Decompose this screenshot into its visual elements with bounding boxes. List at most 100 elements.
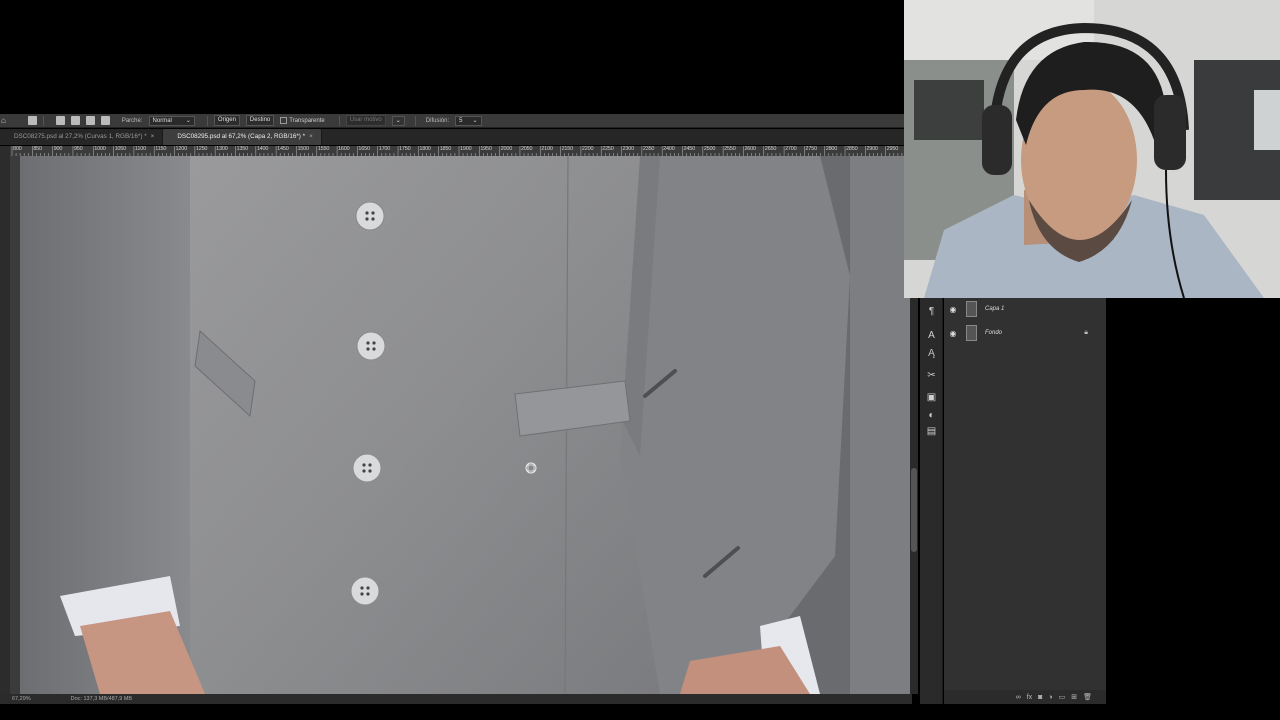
character-icon[interactable]: A	[926, 330, 937, 341]
ruler-label: 2750	[805, 146, 817, 152]
divider	[206, 115, 208, 126]
tools-panel[interactable]	[0, 146, 10, 696]
transparent-label: Transparente	[289, 117, 325, 124]
intersect-selection-icon[interactable]	[100, 116, 110, 125]
layer-thumbnail	[966, 325, 977, 341]
doc-size: Doc: 137,3 MB/487,9 MB	[70, 696, 133, 702]
pattern-picker[interactable]: ⌄	[391, 115, 405, 126]
origin-button[interactable]: Origen	[213, 115, 240, 126]
chevron-down-icon: ⌄	[185, 117, 191, 124]
chevron-down-icon: ⌄	[395, 117, 401, 124]
ruler-label: 1950	[480, 146, 492, 152]
ruler-label: 1200	[175, 146, 188, 152]
eye-icon[interactable]: ◉	[948, 305, 958, 314]
ruler-label: 1050	[114, 146, 127, 152]
tab-dsc08275[interactable]: DSC08275.psd al 27,2% (Curvas 1, RGB/16*…	[0, 129, 164, 145]
new-layer-icon[interactable]: ⊞	[1071, 693, 1077, 701]
mask-icon[interactable]: ◙	[1038, 694, 1042, 701]
ruler-label: 2050	[520, 146, 533, 152]
paragraph-icon[interactable]: ¶	[926, 306, 937, 317]
styles-icon[interactable]: Ą	[926, 348, 937, 359]
ruler-label: 1700	[378, 146, 391, 152]
checkbox-box	[280, 117, 288, 124]
ruler-label: 1800	[419, 146, 431, 152]
patch-label: Parche:	[121, 117, 143, 124]
layer-name: Fondo	[985, 330, 1003, 336]
eye-icon[interactable]: ◉	[948, 329, 958, 338]
ruler-label: 1300	[216, 146, 228, 152]
adjustment-icon[interactable]: ◑	[1048, 694, 1052, 701]
new-selection-icon[interactable]	[55, 116, 65, 125]
add-selection-icon[interactable]	[70, 116, 80, 125]
chevron-down-icon: ⌄	[472, 117, 478, 124]
tab-label: DSC08275.psd al 27,2% (Curvas 1, RGB/16*…	[14, 133, 147, 140]
ruler-label: 2350	[642, 146, 655, 152]
close-icon[interactable]: ×	[151, 133, 155, 140]
ruler-label: 1100	[134, 146, 146, 152]
patch-tool-icon[interactable]	[27, 116, 37, 125]
ruler-label: 950	[73, 146, 83, 152]
image-icon[interactable]: ▣	[926, 392, 937, 403]
image-canvas[interactable]	[20, 156, 912, 694]
document-tabs: DSC08275.psd al 27,2% (Curvas 1, RGB/16*…	[0, 129, 904, 145]
patch-mode-value: Normal	[152, 117, 172, 124]
divider	[414, 115, 416, 126]
status-bar: 67,29% Doc: 137,3 MB/487,9 MB	[0, 694, 912, 704]
layer-row[interactable]: ◉ Fondo 🔒︎	[944, 322, 1106, 344]
tab-label: DSC08295.psd al 67,2% (Capa 2, RGB/16*) …	[177, 133, 306, 140]
ruler-label: 2250	[602, 146, 614, 152]
ruler-label: 2950	[886, 146, 899, 152]
ruler-label: 2400	[663, 146, 675, 152]
divider	[338, 115, 340, 126]
adjust-icon[interactable]: ◐	[926, 410, 937, 421]
folder-icon[interactable]: ▭	[1059, 693, 1066, 701]
info-icon[interactable]: ▤	[926, 426, 937, 437]
ruler-label: 1900	[460, 146, 472, 152]
divider	[42, 115, 44, 126]
ruler-label: 2000	[500, 146, 513, 152]
ruler-label: 1650	[358, 146, 370, 152]
ruler-label: 2300	[622, 146, 635, 152]
ruler-label: 1500	[297, 146, 309, 152]
layer-thumbnail	[966, 301, 977, 317]
patch-mode-select[interactable]: Normal ⌄	[148, 115, 195, 126]
layer-row[interactable]: ◉ Capa 1	[944, 298, 1106, 320]
ruler-label: 2550	[724, 146, 736, 152]
ruler-label: 2600	[744, 146, 756, 152]
link-icon[interactable]: ∞	[1016, 694, 1021, 701]
ruler-label: 2700	[785, 146, 797, 152]
zoom-level[interactable]: 67,29%	[12, 696, 31, 702]
ruler-label: 1400	[256, 146, 269, 152]
diffusion-value: 5	[459, 117, 463, 124]
layer-name: Capa 1	[985, 306, 1005, 312]
ruler-label: 2850	[846, 146, 858, 152]
lock-icon: 🔒︎	[1084, 329, 1088, 336]
suit-photo	[20, 156, 912, 694]
webcam-overlay	[904, 0, 1280, 298]
ruler-label: 2900	[866, 146, 878, 152]
scroll-thumb[interactable]	[911, 468, 917, 552]
ruler-label: 2450	[683, 146, 696, 152]
ruler-label: 1750	[399, 146, 411, 152]
ruler-label: 1350	[236, 146, 249, 152]
destination-button[interactable]: Destino	[245, 115, 275, 126]
diffusion-select[interactable]: 5 ⌄	[455, 115, 482, 126]
trash-icon[interactable]: 🗑︎	[1083, 693, 1092, 701]
ruler-label: 2200	[581, 146, 594, 152]
close-icon[interactable]: ×	[309, 133, 313, 140]
ruler-label: 1150	[155, 146, 167, 152]
use-pattern-button[interactable]: Usar motivo	[345, 115, 386, 126]
ruler-label: 2800	[825, 146, 838, 152]
home-icon[interactable]: ⌂	[1, 116, 6, 125]
tab-dsc08295[interactable]: DSC08295.psd al 67,2% (Capa 2, RGB/16*) …	[163, 129, 322, 145]
layers-panel: ◉ Capa 1 ◉ Fondo 🔒︎ ∞ fx ◙ ◑ ▭ ⊞ 🗑︎	[944, 296, 1106, 704]
fx-icon[interactable]: fx	[1027, 694, 1032, 701]
transparent-checkbox[interactable]: Transparente	[280, 117, 325, 124]
ruler-label: 2150	[561, 146, 574, 152]
ruler-label: 900	[53, 146, 63, 152]
ruler-label: 1600	[338, 146, 350, 152]
diffusion-label: Difusión:	[425, 117, 450, 124]
ruler-label: 1000	[94, 146, 106, 152]
scissors-icon[interactable]: ✂	[926, 370, 937, 381]
subtract-selection-icon[interactable]	[85, 116, 95, 125]
